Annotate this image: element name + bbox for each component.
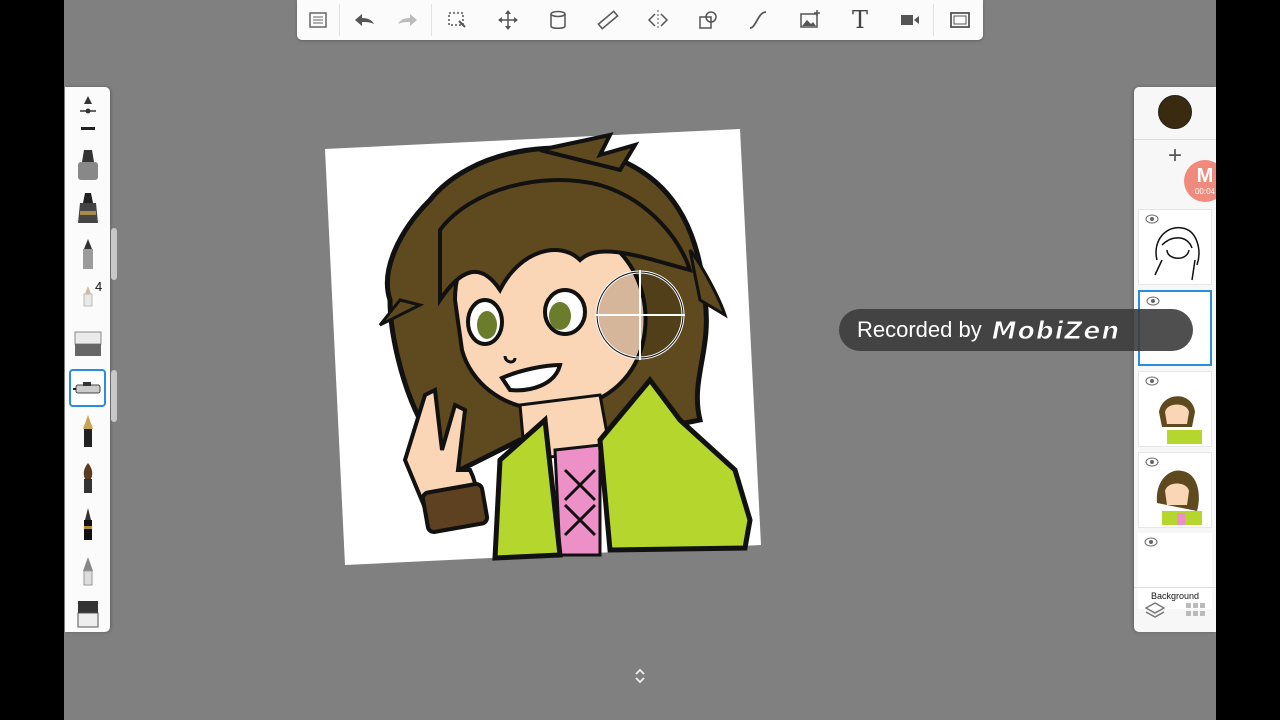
ink-pen-icon[interactable]	[69, 369, 106, 407]
fullscreen-icon[interactable]	[945, 5, 975, 35]
eraser-icon[interactable]	[69, 325, 106, 363]
layers-stack-icon[interactable]	[1144, 602, 1165, 618]
pencil-icon[interactable]	[69, 235, 106, 273]
layer-thumb-lineart[interactable]	[1138, 209, 1212, 285]
brush-properties-icon[interactable]	[69, 93, 106, 131]
airbrush-icon[interactable]	[69, 189, 106, 227]
recording-watermark: Recorded by MobiZen	[839, 309, 1193, 351]
pattern-brush-icon[interactable]	[69, 595, 106, 633]
brush-palette-handle[interactable]	[111, 228, 117, 280]
color-swatch[interactable]	[1158, 95, 1192, 129]
drawing-canvas[interactable]	[64, 0, 1216, 720]
text-tool-icon[interactable]: T	[845, 5, 875, 35]
transform-icon[interactable]	[493, 5, 523, 35]
selection-icon[interactable]	[442, 5, 472, 35]
add-image-icon[interactable]	[795, 5, 825, 35]
visibility-eye-icon[interactable]	[1146, 296, 1160, 306]
brush-cursor	[595, 270, 685, 360]
symmetry-icon[interactable]	[643, 5, 673, 35]
layer-grid-icon[interactable]	[1185, 603, 1206, 617]
recorded-by-text: Recorded by	[857, 317, 982, 342]
time-lapse-icon[interactable]	[895, 5, 925, 35]
layers-footer	[1134, 587, 1216, 632]
shapes-icon[interactable]	[693, 5, 723, 35]
ruler-icon[interactable]	[593, 5, 623, 35]
redo-icon[interactable]	[393, 5, 423, 35]
workspace[interactable]: T 4 + Background M 00:04 Recorded by Mob…	[64, 0, 1216, 720]
mobizen-logo: MobiZen	[991, 315, 1121, 345]
brush-size-label: 4	[95, 279, 103, 294]
visibility-eye-icon[interactable]	[1144, 537, 1158, 547]
layer-thumb-color[interactable]	[1138, 452, 1212, 528]
calligraphy-brush-icon[interactable]	[69, 505, 106, 543]
marker-icon[interactable]	[69, 146, 106, 184]
expand-handle-icon[interactable]	[634, 668, 646, 684]
layer-thumb-shading[interactable]	[1138, 371, 1212, 447]
undo-icon[interactable]	[349, 5, 379, 35]
paint-brush-icon[interactable]	[69, 459, 106, 497]
brush-palette-handle-lower[interactable]	[111, 370, 117, 422]
menu-list-icon[interactable]	[303, 5, 333, 35]
top-toolbar: T	[297, 0, 983, 40]
fill-bucket-icon[interactable]	[543, 5, 573, 35]
fountain-pen-icon[interactable]	[69, 412, 106, 450]
brush-palette: 4	[65, 87, 110, 632]
smudge-icon[interactable]	[69, 552, 106, 590]
curve-icon[interactable]	[743, 5, 773, 35]
